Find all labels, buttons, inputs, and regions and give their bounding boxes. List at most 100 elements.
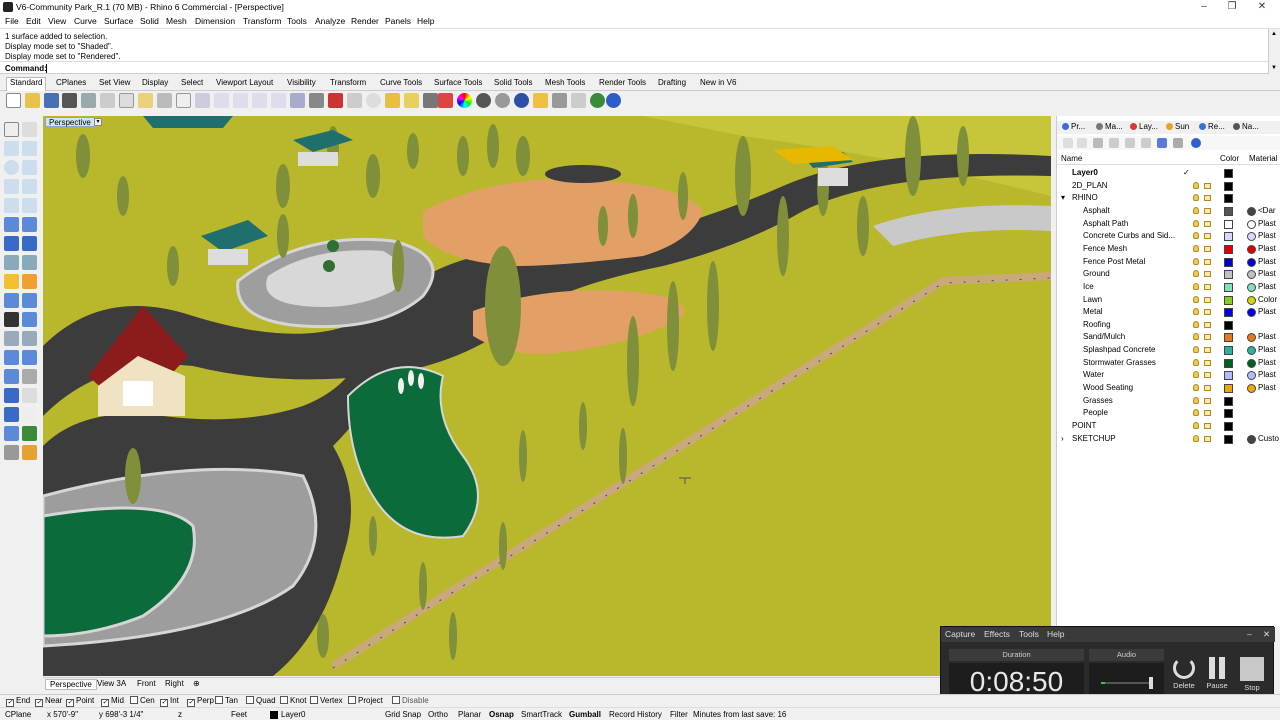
material-sphere-icon[interactable]	[495, 93, 510, 108]
open-file-icon[interactable]	[25, 93, 40, 108]
layer-material[interactable]: Plast	[1258, 345, 1280, 354]
layer-material[interactable]: Plast	[1258, 231, 1280, 240]
menu-surface[interactable]: Surface	[104, 16, 133, 26]
layer-name[interactable]: Asphalt Path	[1083, 219, 1128, 228]
visibility-bulb-icon[interactable]	[1193, 257, 1199, 265]
visibility-bulb-icon[interactable]	[1193, 295, 1199, 303]
capture-menu-effects[interactable]: Effects	[984, 629, 1010, 639]
lock-icon[interactable]	[1204, 182, 1211, 189]
osnap-checkbox[interactable]: ✓	[187, 699, 195, 707]
tab-mesh-tools[interactable]: Mesh Tools	[542, 78, 588, 87]
layer-row[interactable]: Metal Plast	[1057, 306, 1280, 319]
lock-icon[interactable]	[1204, 359, 1211, 366]
tab-drafting[interactable]: Drafting	[655, 78, 689, 87]
block-icon[interactable]	[22, 369, 37, 384]
panel-tab-rendering[interactable]: Re...	[1197, 122, 1227, 131]
new-file-icon[interactable]	[6, 93, 21, 108]
visibility-bulb-icon[interactable]	[1193, 409, 1199, 417]
osnap-mid[interactable]: ✓ Mid	[101, 696, 124, 707]
osnap-checkbox[interactable]	[310, 696, 318, 704]
osnap-cen[interactable]: Cen	[130, 696, 155, 705]
layer-color-swatch[interactable]	[1224, 371, 1233, 381]
column-color[interactable]: Color	[1220, 154, 1239, 163]
material-sphere-icon[interactable]	[1247, 308, 1256, 318]
layer-name[interactable]: Ice	[1083, 282, 1094, 291]
layer-row[interactable]: › SKETCHUP Custo	[1057, 433, 1280, 446]
menu-file[interactable]: File	[5, 16, 19, 26]
layer-color-swatch[interactable]	[1224, 333, 1233, 343]
text-icon[interactable]	[22, 350, 37, 365]
layer-name[interactable]: SKETCHUP	[1072, 434, 1116, 443]
capture-minimize-icon[interactable]: –	[1247, 629, 1252, 639]
layer-name[interactable]: Splashpad Concrete	[1083, 345, 1156, 354]
menu-tools[interactable]: Tools	[287, 16, 307, 26]
tab-visibility[interactable]: Visibility	[284, 78, 319, 87]
surface-icon[interactable]	[4, 217, 19, 232]
environment-icon[interactable]	[514, 93, 529, 108]
units-label[interactable]: Feet	[231, 710, 247, 719]
layer-name[interactable]: Concrete Curbs and Sid...	[1083, 231, 1175, 240]
osnap-checkbox[interactable]	[280, 696, 288, 704]
osnap-int[interactable]: ✓ Int	[160, 696, 179, 707]
visibility-bulb-icon[interactable]	[1193, 396, 1199, 404]
extrude-icon[interactable]	[22, 217, 37, 232]
visibility-bulb-icon[interactable]	[1193, 384, 1199, 392]
mesh-icon[interactable]	[4, 255, 19, 270]
layer-row[interactable]: Fence Post Metal Plast	[1057, 256, 1280, 269]
layer-row[interactable]: Grasses	[1057, 395, 1280, 408]
lock-icon[interactable]	[1204, 233, 1211, 240]
properties-icon[interactable]	[438, 93, 453, 108]
layer-row[interactable]: Concrete Curbs and Sid... Plast	[1057, 230, 1280, 243]
capture-menu-capture[interactable]: Capture	[945, 629, 975, 639]
layer-material[interactable]: Plast	[1258, 257, 1280, 266]
expand-chevron-icon[interactable]: ▾	[1061, 193, 1065, 202]
layer-tools-icon[interactable]	[1173, 138, 1183, 148]
grid-snap-toggle[interactable]: Grid Snap	[385, 710, 421, 719]
zoom-extents-icon[interactable]	[252, 93, 267, 108]
panel-tab-named-views[interactable]: Na...	[1231, 122, 1261, 131]
grid-icon[interactable]	[22, 388, 37, 403]
osnap-point[interactable]: ✓ Point	[66, 696, 94, 707]
perspective-viewport[interactable]	[43, 116, 1051, 676]
view-tab-front[interactable]: Front	[133, 679, 160, 688]
solid-tools-icon[interactable]	[4, 388, 19, 403]
lock-icon[interactable]	[1204, 296, 1211, 303]
tab-solid-tools[interactable]: Solid Tools	[491, 78, 536, 87]
osnap-end[interactable]: ✓ End	[6, 696, 30, 707]
arc-icon[interactable]	[22, 160, 37, 175]
point-icon[interactable]	[22, 122, 37, 137]
join-icon[interactable]	[4, 312, 19, 327]
layer-name[interactable]: RHINO	[1072, 193, 1098, 202]
layer-row[interactable]: Wood Seating Plast	[1057, 382, 1280, 395]
layer-color-swatch[interactable]	[1224, 434, 1233, 444]
column-name[interactable]: Name	[1061, 154, 1082, 163]
osnap-vertex[interactable]: Vertex	[310, 696, 343, 705]
menu-transform[interactable]: Transform	[243, 16, 281, 26]
move-layer-down-icon[interactable]	[1125, 138, 1135, 148]
menu-render[interactable]: Render	[351, 16, 379, 26]
move-icon[interactable]	[4, 331, 19, 346]
material-sphere-icon[interactable]	[1247, 232, 1256, 242]
cut-icon[interactable]	[100, 93, 115, 108]
layer-row[interactable]: Asphalt Path Plast	[1057, 218, 1280, 231]
array-icon[interactable]	[4, 407, 19, 422]
layer-color-swatch[interactable]	[1224, 270, 1233, 280]
current-layer-check-icon[interactable]: ✓	[1183, 168, 1190, 177]
layer-material[interactable]: Custo	[1258, 434, 1280, 443]
layer-material[interactable]: Plast	[1258, 332, 1280, 341]
polyline-icon[interactable]	[4, 141, 19, 156]
filter-icon[interactable]	[1157, 138, 1167, 148]
osnap-checkbox[interactable]: ✓	[160, 699, 168, 707]
layer-row[interactable]: Layer0 ✓	[1057, 167, 1280, 180]
menu-panels[interactable]: Panels	[385, 16, 411, 26]
visibility-bulb-icon[interactable]	[1193, 358, 1199, 366]
visibility-bulb-icon[interactable]	[1193, 219, 1199, 227]
layer-color-swatch[interactable]	[1224, 384, 1233, 394]
visibility-bulb-icon[interactable]	[1193, 270, 1199, 278]
sphere-icon[interactable]	[22, 236, 37, 251]
planar-toggle[interactable]: Planar	[458, 710, 481, 719]
layer-color-swatch[interactable]	[1224, 346, 1233, 356]
globe-icon[interactable]	[590, 93, 605, 108]
layer-name[interactable]: Wood Seating	[1083, 383, 1133, 392]
lock-icon[interactable]	[1204, 423, 1211, 429]
